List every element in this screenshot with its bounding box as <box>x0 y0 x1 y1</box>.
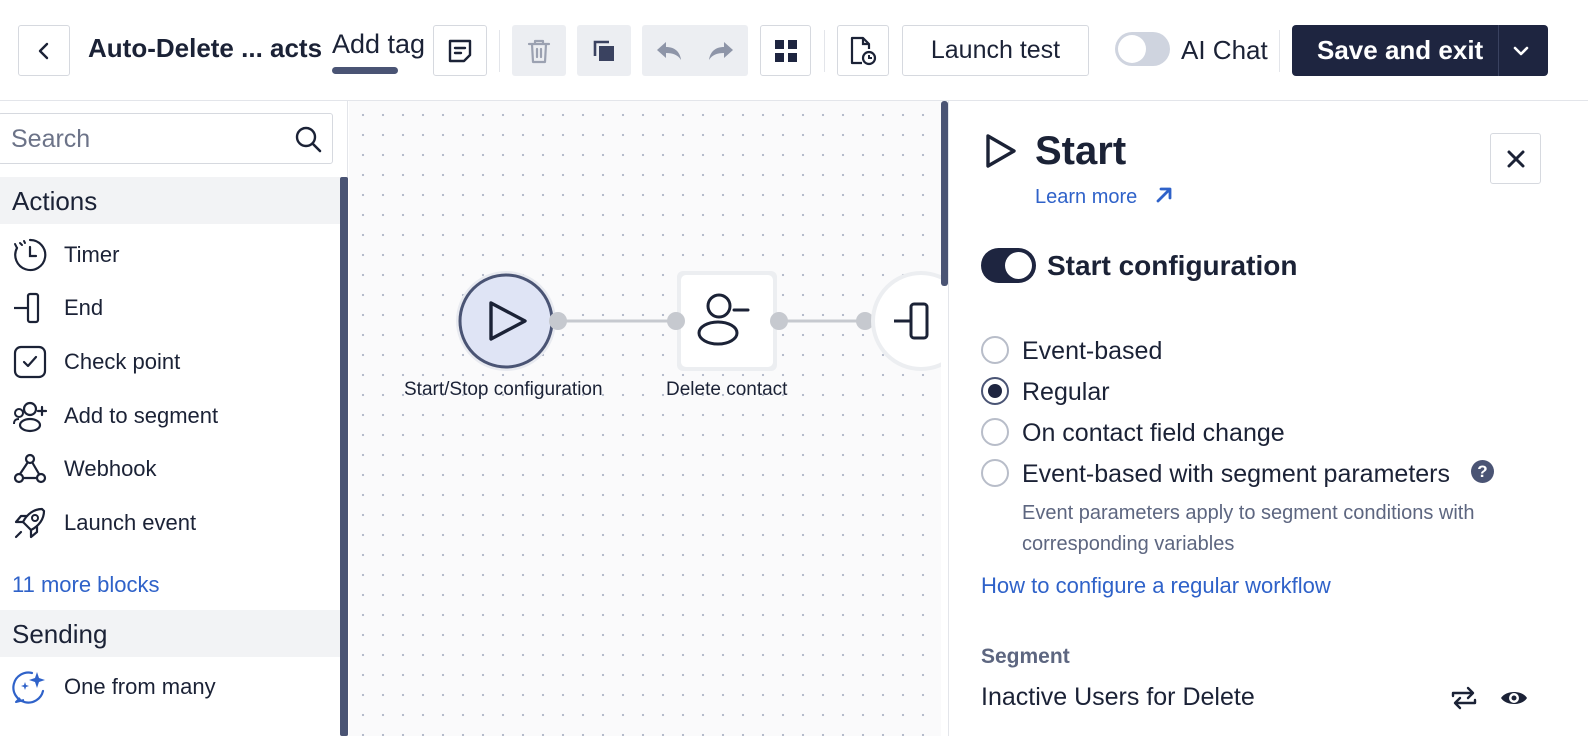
segment-value: Inactive Users for Delete <box>981 683 1255 711</box>
webhook-icon <box>13 453 47 484</box>
toggle-knob <box>1005 252 1032 279</box>
delete-button[interactable] <box>512 25 566 76</box>
trash-icon <box>527 39 551 63</box>
radio-label: Event-based <box>1022 337 1163 365</box>
close-panel-button[interactable] <box>1490 133 1541 184</box>
workflow-title[interactable]: Auto-Delete ... acts <box>88 33 322 64</box>
connector-port[interactable] <box>770 312 788 330</box>
undo-redo-group <box>642 25 748 76</box>
block-add-to-segment[interactable]: Add to segment <box>0 391 340 441</box>
notes-button[interactable] <box>433 25 487 76</box>
redo-icon[interactable] <box>706 39 736 63</box>
help-icon[interactable]: ? <box>1471 460 1494 483</box>
workflow-canvas[interactable]: Start/Stop configuration Delete contact <box>349 101 941 736</box>
section-sending: Sending <box>0 610 340 657</box>
toolbar-divider <box>1279 30 1280 72</box>
add-to-segment-icon <box>13 401 48 433</box>
toolbar-divider <box>824 30 825 72</box>
block-launch-event[interactable]: Launch event <box>0 498 340 548</box>
back-button[interactable] <box>18 25 70 76</box>
node-label-delete-contact: Delete contact <box>666 379 788 400</box>
learn-more-label: Learn more <box>1035 186 1138 208</box>
end-icon <box>14 292 40 324</box>
block-check-point[interactable]: Check point <box>0 337 340 387</box>
block-settings-panel: Start Learn more Start configuration Eve… <box>948 101 1588 736</box>
segment-label: Segment <box>981 645 1070 668</box>
layout-button[interactable] <box>760 25 811 76</box>
search-input[interactable]: Search <box>0 113 333 164</box>
play-icon <box>986 134 1016 168</box>
timer-icon <box>14 238 47 272</box>
ai-chat-toggle[interactable] <box>1115 32 1170 66</box>
start-configuration-toggle[interactable] <box>981 248 1036 283</box>
add-tag-underline <box>332 67 398 74</box>
section-title: Sending <box>12 619 108 649</box>
radio-label: On contact field change <box>1022 419 1285 447</box>
toolbar-divider <box>499 30 500 72</box>
blocks-sidebar: Search Actions Timer End Check point Add… <box>0 101 348 736</box>
save-and-exit-button[interactable]: Save and exit <box>1292 25 1548 76</box>
eye-icon[interactable] <box>1499 683 1529 713</box>
grid-icon <box>774 39 797 62</box>
block-timer[interactable]: Timer <box>0 230 340 280</box>
add-tag-button[interactable]: Add tag <box>332 29 425 60</box>
node-delete-contact[interactable] <box>677 271 777 371</box>
block-label: Add to segment <box>64 403 219 428</box>
radio-event-based[interactable] <box>981 336 1009 364</box>
undo-icon[interactable] <box>654 39 684 63</box>
close-icon <box>1507 150 1524 167</box>
radio-event-segment-params[interactable] <box>981 459 1009 487</box>
canvas-scrollbar[interactable] <box>941 101 948 286</box>
radio-label: Event-based with segment parameters <box>1022 460 1450 488</box>
chevron-down-icon[interactable] <box>1512 38 1530 64</box>
launch-test-button[interactable]: Launch test <box>902 25 1089 76</box>
node-end[interactable] <box>871 271 941 371</box>
block-label: End <box>64 295 104 320</box>
node-label-start: Start/Stop configuration <box>404 379 603 400</box>
block-label: Launch event <box>64 510 197 535</box>
duplicate-button[interactable] <box>577 25 631 76</box>
block-label: Check point <box>64 349 181 374</box>
chevron-left-icon <box>38 42 49 59</box>
sparkle-chat-icon <box>12 671 45 704</box>
checkpoint-icon <box>13 345 47 379</box>
copy-icon <box>593 40 614 61</box>
block-end[interactable]: End <box>0 283 340 333</box>
sidebar-scrollbar[interactable] <box>340 177 348 736</box>
node-start[interactable] <box>456 271 556 371</box>
rocket-icon <box>14 507 46 539</box>
search-placeholder: Search <box>11 125 91 153</box>
block-label: Timer <box>64 242 120 267</box>
panel-title: Start <box>1035 129 1127 173</box>
connector-port[interactable] <box>549 312 567 330</box>
radio-contact-field-change[interactable] <box>981 418 1009 446</box>
block-webhook[interactable]: Webhook <box>0 444 340 494</box>
version-history-button[interactable] <box>837 25 889 76</box>
start-configuration-label: Start configuration <box>1047 250 1298 281</box>
how-to-configure-link[interactable]: How to configure a regular workflow <box>981 573 1331 599</box>
workflow-graph <box>456 271 941 371</box>
connector-port[interactable] <box>667 312 685 330</box>
learn-more-link[interactable]: Learn more <box>1035 184 1175 209</box>
save-and-exit-label: Save and exit <box>1317 35 1484 65</box>
block-one-from-many[interactable]: One from many <box>0 662 340 712</box>
file-history-icon <box>850 36 877 65</box>
swap-icon[interactable] <box>1449 683 1479 713</box>
split-divider <box>1498 25 1499 76</box>
block-label: One from many <box>64 674 216 699</box>
section-actions: Actions <box>0 177 340 224</box>
radio-regular[interactable] <box>981 377 1009 405</box>
external-link-icon <box>1156 187 1172 203</box>
more-blocks-link[interactable]: 11 more blocks <box>12 572 160 598</box>
toggle-knob <box>1118 35 1146 63</box>
note-icon <box>448 39 472 62</box>
ai-chat-label: AI Chat <box>1181 35 1268 65</box>
section-title: Actions <box>12 186 98 216</box>
block-label: Webhook <box>64 456 157 481</box>
top-toolbar: Auto-Delete ... acts Add tag Launch test… <box>0 0 1588 101</box>
radio-label: Regular <box>1022 378 1110 406</box>
search-icon[interactable] <box>294 125 322 153</box>
segment-params-hint: Event parameters apply to segment condit… <box>1022 502 1475 555</box>
